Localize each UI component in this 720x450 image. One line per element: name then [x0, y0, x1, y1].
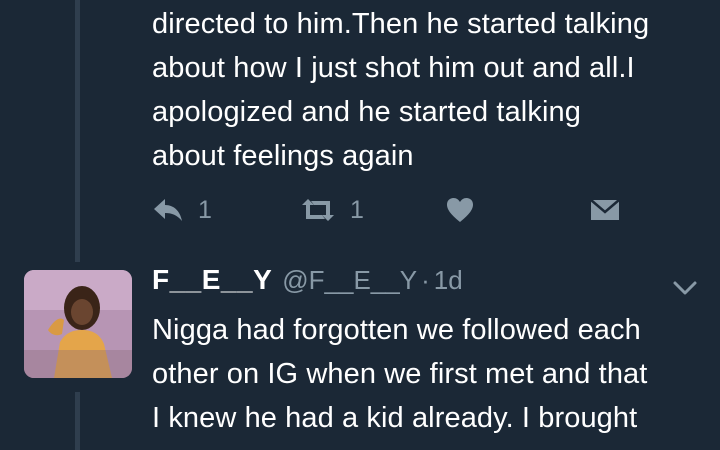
retweet-icon [300, 197, 336, 223]
reply-count: 1 [198, 195, 212, 224]
tweet-thread-screen: directed to him.Then he started talking … [0, 0, 720, 450]
retweet-count: 1 [350, 195, 364, 224]
tweet-header: F__E__Y @F__E__Y · 1d [152, 264, 463, 304]
tweet-options-button[interactable] [672, 278, 698, 298]
tweet-timestamp[interactable]: 1d [434, 265, 463, 296]
header-separator: · [421, 265, 430, 295]
tweet-text: Nigga had forgotten we followed each oth… [152, 314, 648, 434]
like-icon [446, 197, 474, 223]
reply-button[interactable]: 1 [152, 190, 212, 230]
avatar[interactable] [24, 270, 132, 378]
tweet-actions-bar: 1 1 [152, 190, 632, 230]
user-handle[interactable]: @F__E__Y [282, 265, 417, 296]
like-button[interactable] [446, 190, 474, 230]
retweet-button[interactable]: 1 [300, 190, 364, 230]
thread-connector-line [75, 392, 80, 450]
display-name[interactable]: F__E__Y [152, 264, 272, 296]
direct-message-button[interactable] [590, 190, 620, 230]
reply-icon [152, 197, 184, 223]
message-icon [590, 198, 620, 222]
tweet-text: directed to him.Then he started talking … [152, 8, 650, 172]
thread-connector-line [75, 0, 80, 262]
avatar-photo [24, 270, 132, 378]
chevron-down-icon [672, 281, 698, 302]
